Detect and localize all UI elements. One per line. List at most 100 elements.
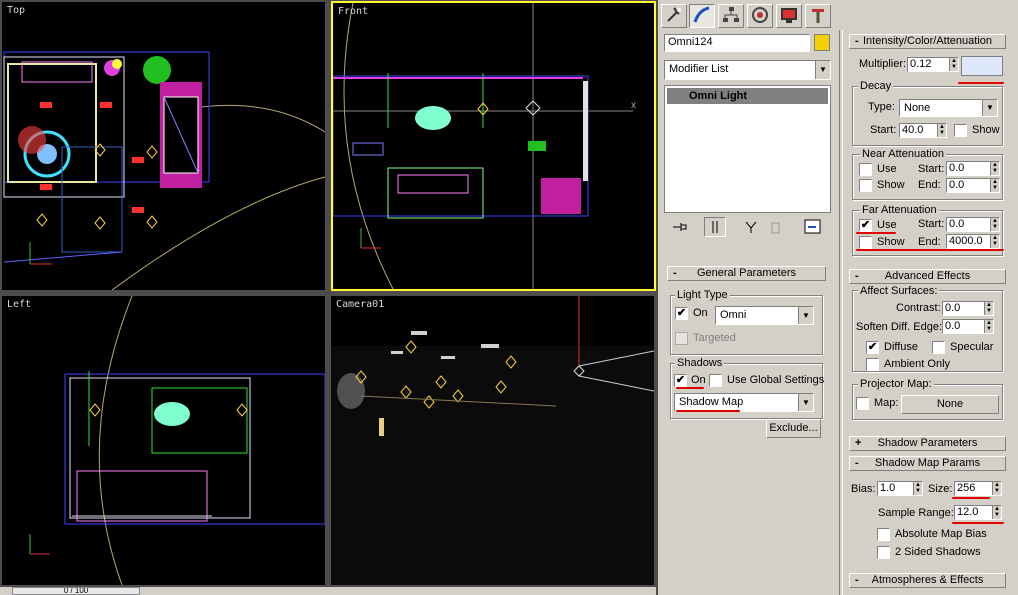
- soften-spinner[interactable]: 0.0 ▲ ▼: [942, 319, 994, 334]
- create-tab[interactable]: [661, 4, 687, 28]
- general-parameters-rollout[interactable]: - General Parameters: [667, 266, 826, 281]
- advanced-effects-rollout[interactable]: - Advanced Effects: [849, 269, 1006, 284]
- decay-type-dropdown[interactable]: None ▼: [899, 99, 998, 117]
- remove-modifier-icon[interactable]: [768, 220, 784, 237]
- light-type-group: [670, 295, 823, 355]
- far-use-checkbox[interactable]: ✔: [859, 219, 872, 232]
- viewport-label[interactable]: Left: [7, 299, 31, 310]
- soften-label: Soften Diff. Edge:: [856, 321, 943, 333]
- light-color-swatch[interactable]: [961, 56, 1003, 76]
- shadows-on-checkbox[interactable]: ✔: [674, 374, 687, 387]
- absolute-map-bias-checkbox[interactable]: [877, 528, 890, 541]
- utilities-icon: [809, 6, 827, 27]
- near-use-checkbox[interactable]: [859, 163, 872, 176]
- ambient-only-checkbox[interactable]: [866, 358, 879, 371]
- show-end-result-icon[interactable]: [704, 217, 726, 237]
- spinner-arrows-icon[interactable]: ▲ ▼: [984, 320, 993, 333]
- atmospheres-effects-rollout[interactable]: - Atmospheres & Effects: [849, 573, 1006, 588]
- viewport-left[interactable]: Left: [2, 296, 325, 585]
- exclude-button[interactable]: Exclude...: [766, 419, 821, 438]
- intensity-rollout[interactable]: - Intensity/Color/Attenuation: [849, 34, 1006, 49]
- far-start-spinner[interactable]: 0.0 ▲ ▼: [946, 217, 1000, 232]
- multiplier-spinner[interactable]: 0.12 ▲ ▼: [907, 57, 959, 72]
- light-type-value: Omni: [720, 309, 747, 321]
- viewport-camera[interactable]: Camera01: [331, 296, 654, 585]
- spinner-arrows-icon[interactable]: ▲ ▼: [949, 58, 958, 71]
- rollout-sign: +: [855, 437, 862, 449]
- group-title: Projector Map:: [858, 378, 934, 390]
- contrast-spinner[interactable]: 0.0 ▲ ▼: [942, 301, 994, 316]
- stack-toolbar: [664, 217, 831, 239]
- chevron-down-icon: ▼: [815, 61, 830, 79]
- motion-tab[interactable]: [747, 4, 773, 28]
- pin-stack-icon[interactable]: [672, 220, 688, 237]
- object-name-field[interactable]: Omni124: [664, 34, 810, 52]
- targeted-checkbox[interactable]: [675, 332, 688, 345]
- far-use-label: Use: [877, 219, 897, 231]
- shadow-parameters-rollout[interactable]: + Shadow Parameters: [849, 436, 1006, 451]
- modifier-list-dropdown[interactable]: Modifier List ▼: [664, 60, 831, 80]
- near-show-checkbox[interactable]: [859, 179, 872, 192]
- annotation-underline: [952, 522, 1004, 524]
- spinner-arrows-icon[interactable]: ▲ ▼: [990, 179, 999, 192]
- configure-sets-icon[interactable]: [804, 219, 822, 238]
- chevron-down-icon: ▼: [798, 307, 813, 324]
- spinner-arrows-icon[interactable]: ▲ ▼: [984, 302, 993, 315]
- decay-show-checkbox[interactable]: [954, 124, 967, 137]
- spinner-arrows-icon[interactable]: ▲ ▼: [990, 235, 999, 248]
- viewport-front[interactable]: Front x: [331, 1, 656, 291]
- soften-value: 0.0: [945, 320, 961, 332]
- time-slider[interactable]: 0 / 100: [12, 587, 140, 595]
- annotation-underline: [856, 232, 896, 234]
- rollout-sign: -: [855, 35, 859, 47]
- make-unique-icon[interactable]: [744, 220, 760, 237]
- projector-map-button[interactable]: None: [901, 395, 999, 414]
- decay-start-spinner[interactable]: 40.0 ▲ ▼: [899, 123, 947, 138]
- spinner-arrows-icon[interactable]: ▲ ▼: [913, 482, 922, 495]
- viewport-top[interactable]: Top: [2, 2, 325, 290]
- rollout-title: Shadow Parameters: [877, 437, 978, 449]
- bias-value: 1.0: [880, 482, 896, 494]
- near-end-spinner[interactable]: 0.0 ▲ ▼: [946, 178, 1000, 193]
- max-window: Top Front x Left Camera01 0 / 100 Omni12…: [0, 0, 1018, 595]
- light-on-checkbox[interactable]: ✔: [675, 307, 688, 320]
- object-color-swatch[interactable]: [814, 34, 830, 51]
- svg-text:x: x: [631, 100, 636, 111]
- far-show-checkbox[interactable]: [859, 236, 872, 249]
- annotation-underline: [856, 249, 1004, 251]
- light-type-dropdown[interactable]: Omni ▼: [715, 306, 814, 325]
- projector-map-checkbox[interactable]: [856, 397, 869, 410]
- utilities-tab[interactable]: [805, 4, 831, 28]
- camera-scene: [331, 296, 654, 585]
- spinner-arrows-icon[interactable]: ▲ ▼: [992, 506, 1001, 519]
- spinner-arrows-icon[interactable]: ▲ ▼: [992, 482, 1001, 495]
- hierarchy-tab[interactable]: [718, 4, 744, 28]
- rollout-title: General Parameters: [696, 267, 797, 279]
- display-tab[interactable]: [776, 4, 802, 28]
- two-sided-shadows-checkbox[interactable]: [877, 546, 890, 559]
- spinner-arrows-icon[interactable]: ▲ ▼: [990, 218, 999, 231]
- use-global-settings-checkbox[interactable]: [709, 374, 722, 387]
- specular-checkbox[interactable]: [932, 341, 945, 354]
- decay-type-label: Type:: [868, 101, 895, 113]
- size-spinner[interactable]: 256 ▲ ▼: [954, 481, 1002, 496]
- group-title: Far Attenuation: [860, 204, 939, 216]
- spinner-arrows-icon[interactable]: ▲ ▼: [990, 162, 999, 175]
- viewport-label[interactable]: Camera01: [336, 299, 384, 310]
- bias-spinner[interactable]: 1.0 ▲ ▼: [877, 481, 923, 496]
- diffuse-label: Diffuse: [884, 341, 919, 353]
- modify-tab[interactable]: [689, 4, 715, 28]
- modifier-stack: Omni Light: [664, 85, 831, 213]
- viewport-label[interactable]: Top: [7, 5, 25, 16]
- far-show-label: Show: [877, 236, 905, 248]
- spinner-arrows-icon[interactable]: ▲ ▼: [937, 124, 946, 137]
- near-start-spinner[interactable]: 0.0 ▲ ▼: [946, 161, 1000, 176]
- shadow-map-params-rollout[interactable]: - Shadow Map Params: [849, 456, 1006, 471]
- sample-range-spinner[interactable]: 12.0 ▲ ▼: [954, 505, 1002, 520]
- far-end-spinner[interactable]: 4000.0 ▲ ▼: [946, 234, 1000, 249]
- chevron-down-icon: ▼: [982, 100, 997, 116]
- stack-item-omni-light[interactable]: Omni Light: [667, 88, 828, 104]
- viewport-label[interactable]: Front: [338, 6, 368, 17]
- diffuse-checkbox[interactable]: ✔: [866, 341, 879, 354]
- targeted-label: Targeted: [693, 332, 736, 344]
